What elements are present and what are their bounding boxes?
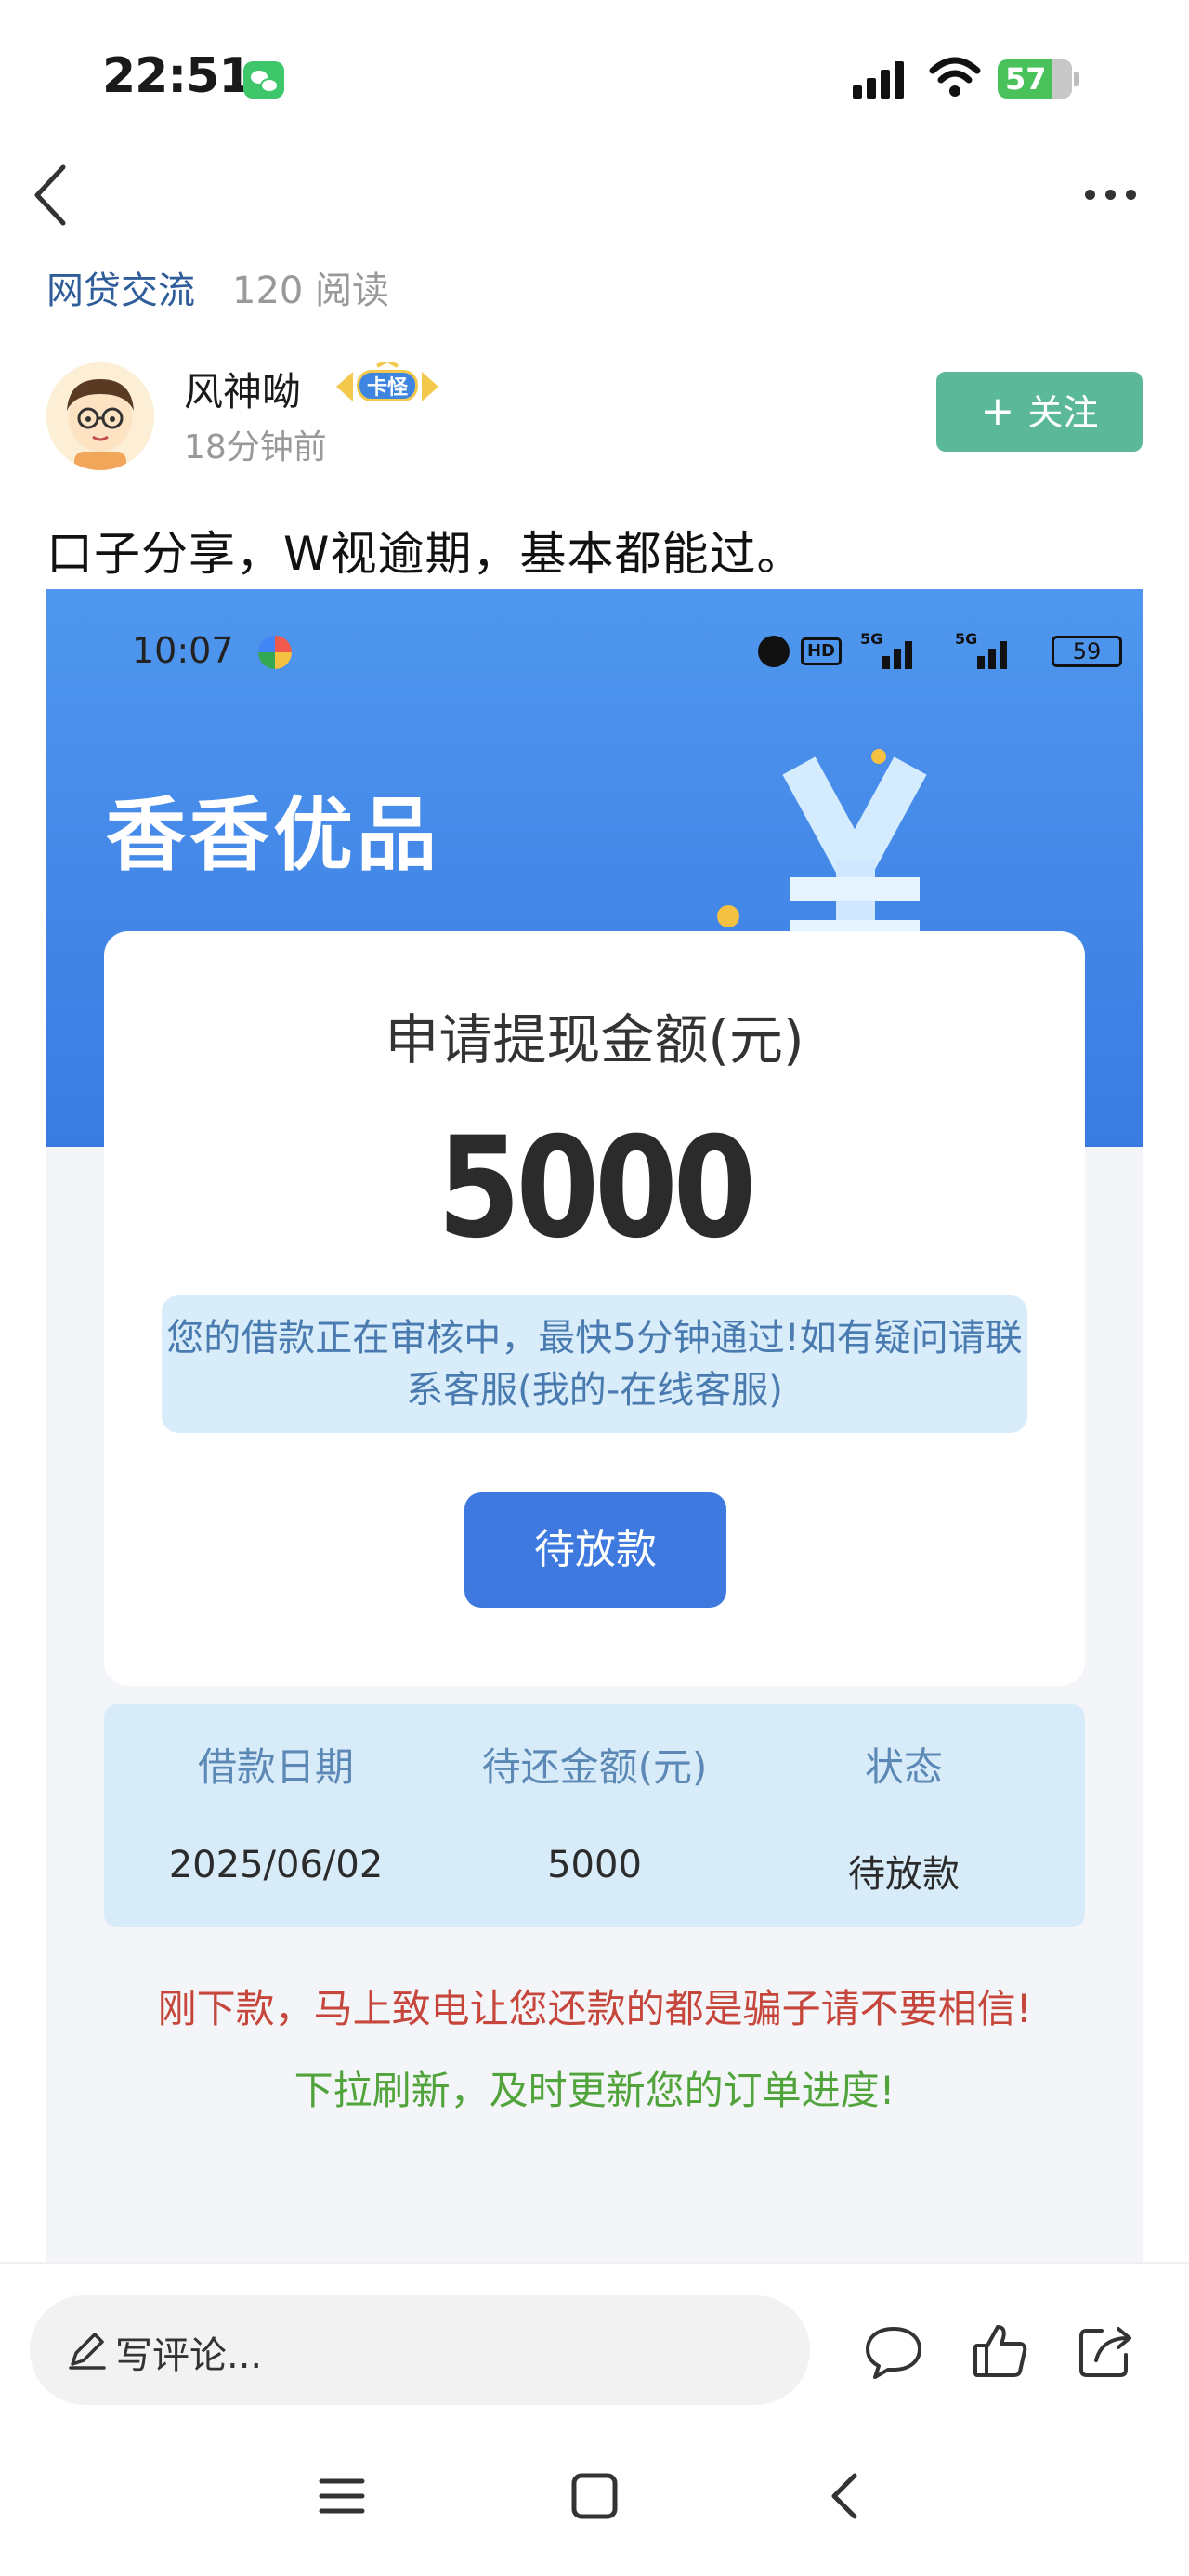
battery-icon: 57 [998, 59, 1079, 99]
follow-button[interactable]: + 关注 [936, 372, 1143, 452]
avatar-illustration [46, 362, 154, 470]
follow-label: 关注 [1027, 392, 1099, 433]
post-time: 18分钟前 [184, 428, 327, 467]
table-cell: 待放款 [848, 1853, 960, 1896]
pencil-icon [69, 2333, 106, 2370]
comment-input[interactable]: 写评论... [30, 2295, 810, 2405]
read-count: 120 阅读 [232, 269, 390, 312]
withdraw-amount: 5000 [437, 1108, 757, 1269]
signal-5g-label: 5G [860, 630, 883, 648]
comment-icon[interactable] [862, 2320, 925, 2383]
scam-warning: 刚下款，马上致电让您还款的都是骗子请不要相信! [157, 1986, 1032, 2031]
level-badge-icon: 卡怪 [331, 362, 444, 411]
menu-icon[interactable] [314, 2468, 370, 2524]
app-ball-icon [258, 636, 292, 669]
withdraw-title: 申请提现金额(元) [385, 1008, 804, 1071]
withdraw-card: 申请提现金额(元) 5000 您的借款正在审核中，最快5分钟通过!如有疑问请联系… [104, 931, 1085, 1686]
plus-icon: + [980, 388, 1015, 435]
back-chevron-icon[interactable] [24, 160, 80, 230]
comment-placeholder: 写评论... [115, 2334, 263, 2377]
signal-5g-icon: 5G [860, 630, 918, 669]
status-time: 22:51 [102, 48, 253, 104]
back-icon[interactable] [819, 2468, 875, 2524]
review-notice: 您的借款正在审核中，最快5分钟通过!如有疑问请联系客服(我的-在线客服) [162, 1295, 1027, 1433]
more-dots-icon[interactable] [1085, 182, 1144, 208]
status-bar: 22:51 57 [0, 0, 1189, 149]
topic-link[interactable]: 网贷交流 [46, 260, 195, 314]
wifi-icon [929, 57, 981, 97]
signal-5g-icon: 5G [955, 630, 1013, 669]
post-text: 口子分享，W视逾期，基本都能过。 [46, 527, 804, 581]
author-name[interactable]: 风神呦 [184, 361, 301, 417]
avatar[interactable] [46, 362, 154, 470]
table-header: 借款日期 [197, 1744, 354, 1790]
like-icon[interactable] [968, 2320, 1031, 2383]
badge-label: 卡怪 [357, 370, 418, 401]
wechat-icon [243, 61, 284, 99]
share-icon[interactable] [1074, 2320, 1137, 2383]
image-status-time: 10:07 [132, 630, 234, 671]
image-status-icons: HD 5G 5G 59 [758, 630, 1130, 671]
post-image[interactable]: 10:07 HD 5G 5G 59 香香优品 申请提现金额(元) 5000 您的… [46, 589, 1143, 2262]
table-cell: 5000 [547, 1844, 642, 1886]
divider [0, 2262, 1189, 2264]
signal-5g-label: 5G [955, 630, 978, 648]
image-battery-icon: 59 [1052, 636, 1122, 667]
hd-icon: HD [801, 637, 842, 665]
table-header: 待还金额(元) [481, 1744, 708, 1790]
pending-payout-button: 待放款 [464, 1492, 726, 1608]
table-cell: 2025/06/02 [168, 1844, 384, 1886]
signal-icon [853, 59, 908, 99]
loan-table: 借款日期 待还金额(元) 状态 2025/06/02 5000 待放款 [104, 1704, 1085, 1927]
alarm-icon [758, 636, 790, 667]
refresh-hint: 下拉刷新，及时更新您的订单进度! [294, 2068, 895, 2113]
battery-level: 57 [1005, 61, 1047, 97]
table-header: 状态 [864, 1744, 943, 1790]
app-brand-title: 香香优品 [106, 789, 440, 882]
home-icon[interactable] [567, 2468, 622, 2524]
